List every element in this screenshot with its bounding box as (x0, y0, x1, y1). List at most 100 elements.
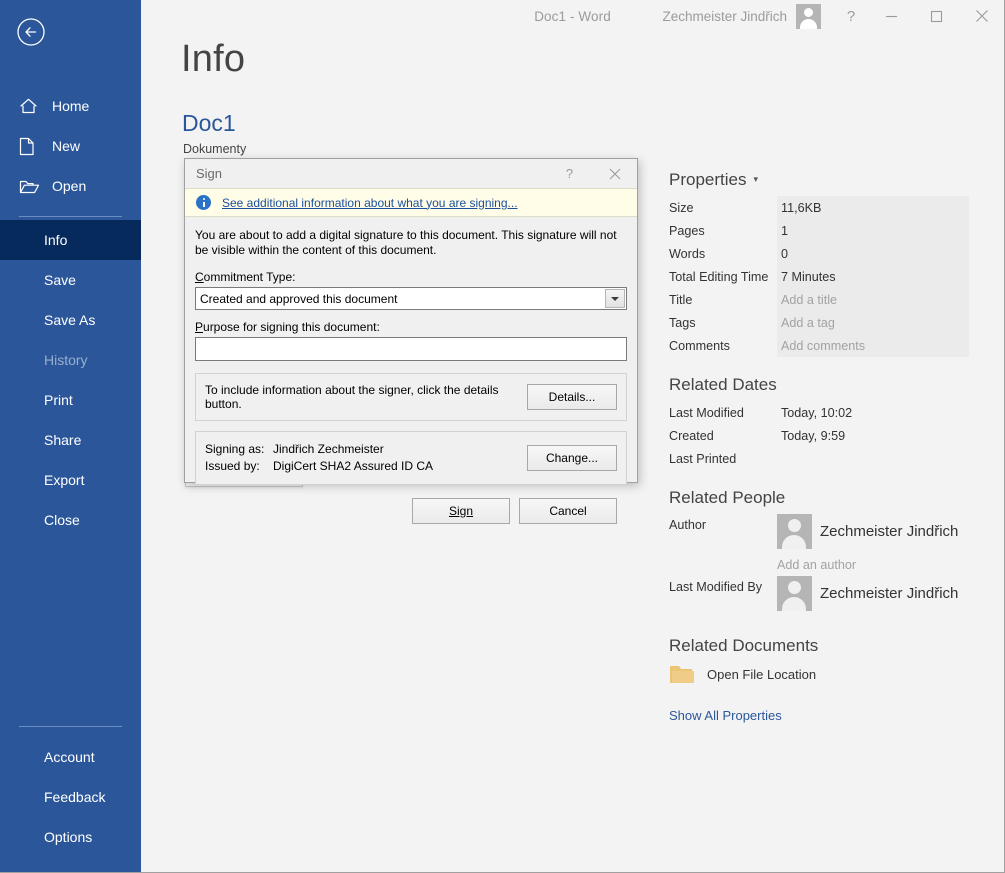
property-value[interactable]: 7 Minutes (777, 265, 969, 288)
sidebar-item-save[interactable]: Save (0, 260, 141, 300)
date-row: Last Modified Today, 10:02 (669, 401, 969, 424)
purpose-label-rest: urpose for signing this document: (203, 320, 380, 334)
property-label: Tags (669, 315, 696, 330)
back-arrow-icon (17, 18, 45, 46)
last-modified-by-label: Last Modified By (669, 580, 763, 594)
account-name: Zechmeister Jindřich (662, 8, 787, 24)
dialog-actions: Sign Cancel (195, 495, 627, 524)
sidebar-divider-bottom (19, 726, 122, 727)
sidebar-item-save-as[interactable]: Save As (0, 300, 141, 340)
dialog-title: Sign (196, 166, 223, 181)
close-icon (609, 168, 620, 179)
open-file-location-button[interactable]: Open File Location (669, 662, 969, 686)
avatar[interactable] (796, 3, 821, 29)
word-backstage-window: Home New Open Info Save Save As History … (0, 0, 1005, 873)
property-value[interactable]: Add a title (777, 288, 969, 311)
property-value[interactable]: Add a tag (777, 311, 969, 334)
sidebar-main-group: Info Save Save As History Print Share Ex… (0, 220, 141, 540)
title-bar: Doc1 - Word Zechmeister Jindřich ? (141, 0, 1004, 32)
sidebar-item-home[interactable]: Home (0, 86, 141, 126)
signing-identity-group: Signing as: Jindřich Zechmeister Issued … (195, 431, 627, 485)
date-row: Last Printed (669, 447, 969, 470)
signing-as-label: Signing as: (205, 442, 265, 456)
cancel-button-label: Cancel (549, 504, 587, 518)
dialog-title-buttons: ? (547, 159, 637, 188)
back-button[interactable] (13, 14, 49, 50)
sign-button[interactable]: Sign (412, 498, 510, 524)
commitment-type-accesskey: C (195, 270, 204, 284)
commitment-type-label: Commitment Type: (195, 270, 627, 284)
commitment-type-combobox[interactable]: Created and approved this document (195, 287, 627, 310)
date-value (777, 447, 969, 470)
commitment-type-value: Created and approved this document (200, 291, 398, 306)
details-button[interactable]: Details... (527, 384, 617, 410)
minimize-button[interactable] (869, 0, 914, 32)
property-value[interactable]: 11,6KB (777, 196, 969, 219)
property-label: Total Editing Time (669, 269, 769, 284)
sidebar-item-close[interactable]: Close (0, 500, 141, 540)
close-icon (975, 10, 988, 22)
minimize-icon (886, 15, 897, 17)
backstage-sidebar: Home New Open Info Save Save As History … (0, 0, 141, 872)
date-label: Last Modified (669, 405, 744, 420)
chevron-down-icon[interactable]: ▾ (753, 174, 758, 184)
chevron-down-icon[interactable] (605, 289, 625, 308)
property-value[interactable]: 1 (777, 219, 969, 242)
property-label: Words (669, 246, 706, 261)
sidebar-item-info[interactable]: Info (0, 220, 141, 260)
date-value: Today, 10:02 (781, 405, 853, 420)
property-value[interactable]: Add comments (777, 334, 969, 357)
sidebar-item-share[interactable]: Share (0, 420, 141, 460)
sidebar-item-options[interactable]: Options (0, 817, 141, 857)
dialog-info-bar: See additional information about what yo… (185, 188, 637, 217)
sign-dialog: Sign ? See additional information about … (184, 158, 638, 524)
property-value[interactable]: 0 (777, 242, 969, 265)
sidebar-item-label: History (44, 352, 88, 368)
sidebar-item-export[interactable]: Export (0, 460, 141, 500)
sidebar-item-label: Account (44, 749, 95, 765)
avatar (777, 576, 812, 611)
sidebar-item-open[interactable]: Open (0, 166, 141, 206)
properties-heading[interactable]: Properties ▾ (669, 170, 969, 190)
last-modified-by-name[interactable]: Zechmeister Jindřich (820, 585, 958, 602)
sidebar-item-new[interactable]: New (0, 126, 141, 166)
dialog-close-button[interactable] (592, 159, 637, 188)
document-path: Dokumenty (183, 142, 247, 156)
cancel-button[interactable]: Cancel (519, 498, 617, 524)
author-name[interactable]: Zechmeister Jindřich (820, 523, 958, 540)
signer-details-group: To include information about the signer,… (195, 373, 627, 421)
properties-list: Size 11,6KB Pages 1 Words 0 Total Editin… (669, 196, 969, 357)
author-body: Zechmeister Jindřich (777, 514, 969, 549)
help-button[interactable]: ? (833, 0, 869, 32)
maximize-button[interactable] (914, 0, 959, 32)
property-row: Size 11,6KB (669, 196, 969, 219)
sidebar-item-account[interactable]: Account (0, 737, 141, 777)
close-button[interactable] (959, 0, 1004, 32)
sidebar-item-feedback[interactable]: Feedback (0, 777, 141, 817)
sidebar-divider-top (19, 216, 122, 217)
property-label: Comments (669, 338, 730, 353)
sidebar-item-print[interactable]: Print (0, 380, 141, 420)
property-row: Total Editing Time 7 Minutes (669, 265, 969, 288)
show-all-properties-link[interactable]: Show All Properties (669, 708, 969, 723)
commitment-type-label-rest: ommitment Type: (203, 270, 296, 284)
issued-by-row: Issued by: DigiCert SHA2 Assured ID CA (205, 458, 527, 475)
additional-information-link[interactable]: See additional information about what yo… (222, 196, 518, 210)
related-dates-list: Last Modified Today, 10:02 Created Today… (669, 401, 969, 470)
author-row: Author Zechmeister Jindřich (669, 514, 969, 556)
purpose-input[interactable] (195, 337, 627, 361)
maximize-icon (930, 10, 943, 22)
avatar (777, 514, 812, 549)
change-certificate-button[interactable]: Change... (527, 445, 617, 471)
new-document-icon (19, 137, 41, 155)
sidebar-bottom-group: Account Feedback Options (0, 716, 141, 857)
add-author-button[interactable]: Add an author (669, 558, 969, 572)
date-value: Today, 9:59 (781, 428, 846, 443)
sidebar-item-label: Save (44, 272, 76, 288)
date-label: Last Printed (669, 451, 737, 466)
properties-pane: Properties ▾ Size 11,6KB Pages 1 Words 0… (669, 170, 969, 723)
sidebar-item-label: New (52, 138, 81, 154)
open-folder-icon (19, 177, 41, 195)
dialog-help-button[interactable]: ? (547, 159, 592, 188)
